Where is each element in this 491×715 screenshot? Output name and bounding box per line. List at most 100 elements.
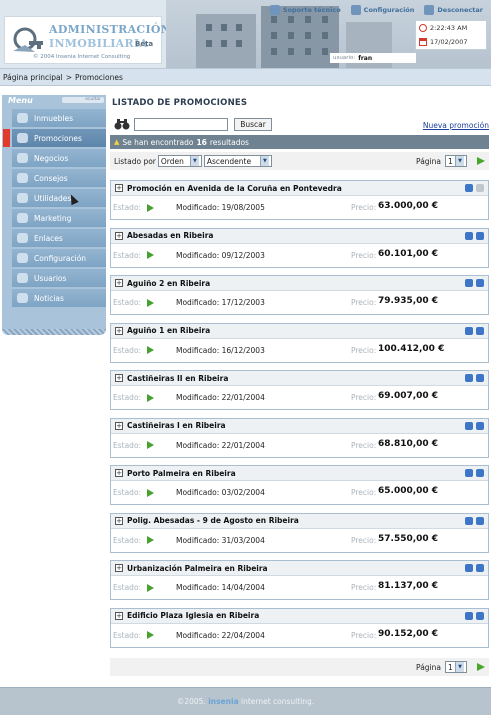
move-down-icon[interactable] xyxy=(465,374,473,382)
modified-value: 09/12/2003 xyxy=(221,250,265,260)
logo-title-line1: ADMINISTRACIÓN xyxy=(49,23,172,36)
promotion-title[interactable]: Porto Palmeira en Ribeira xyxy=(127,469,236,478)
estado-label: Estado: xyxy=(113,345,142,355)
move-down-icon[interactable] xyxy=(465,421,473,430)
promotion-title[interactable]: Polig. Abesadas - 9 de Agosto en Ribeira xyxy=(127,516,299,525)
expand-button[interactable]: + xyxy=(115,421,123,430)
promotion-title[interactable]: Edificio Plaza Iglesia en Ribeira xyxy=(127,611,259,620)
sidebar-item-enlaces[interactable]: Enlaces xyxy=(12,229,106,247)
status-play-icon[interactable] xyxy=(147,346,155,354)
sidebar-item-noticias[interactable]: Noticias xyxy=(12,289,106,307)
expand-button[interactable]: + xyxy=(115,611,123,620)
promotion-title[interactable]: Urbanización Palmeira en Ribeira xyxy=(127,564,268,573)
status-play-icon[interactable] xyxy=(147,298,155,307)
promotion-title[interactable]: Aguiño 1 en Ribeira xyxy=(127,326,210,335)
new-promotion-link[interactable]: Nueva promoción xyxy=(423,121,489,130)
move-up-icon[interactable] xyxy=(476,516,484,525)
sort-field-select[interactable]: Orden ▼ xyxy=(157,155,202,167)
estado-label: Estado: xyxy=(113,440,142,450)
move-up-icon[interactable] xyxy=(476,564,484,572)
move-up-icon[interactable] xyxy=(476,326,484,335)
move-down-icon[interactable] xyxy=(465,326,473,335)
move-down-icon[interactable] xyxy=(465,469,473,477)
price-value: 79.935,00 € xyxy=(378,296,439,306)
support-link[interactable]: Soporte técnico xyxy=(269,5,341,15)
promotion-card: + Aguiño 2 en Ribeira Estado: Modificado:… xyxy=(110,275,489,315)
search-button[interactable]: Buscar xyxy=(234,118,272,131)
sidebar-item-label: Noticias xyxy=(34,293,64,303)
sidebar-item-label: Consejos xyxy=(34,173,68,183)
status-play-icon[interactable] xyxy=(147,251,155,259)
sidebar-item-consejos[interactable]: Consejos xyxy=(12,169,106,187)
status-play-icon[interactable] xyxy=(147,441,155,449)
move-down-icon[interactable] xyxy=(465,516,473,525)
move-down-icon[interactable] xyxy=(465,564,473,572)
expand-button[interactable]: + xyxy=(115,184,123,192)
expand-button[interactable]: + xyxy=(115,374,123,382)
binoculars-icon xyxy=(114,119,130,130)
status-play-icon[interactable] xyxy=(147,583,155,592)
results-bar: ▲ Se han encontrado 16 resultados xyxy=(110,135,489,149)
users-icon xyxy=(17,273,28,283)
estado-label: Estado: xyxy=(113,250,142,260)
promotion-title[interactable]: Abesadas en Ribeira xyxy=(127,231,213,240)
move-up-icon[interactable] xyxy=(476,469,484,477)
page-select-bottom[interactable]: 1 ▼ xyxy=(445,661,467,673)
modified-label: Modificado: xyxy=(176,583,220,592)
expand-button[interactable]: + xyxy=(115,564,123,572)
sidebar-item-utilidades[interactable]: Utilidades xyxy=(12,189,106,207)
tools-icon xyxy=(17,193,28,203)
user-label: usuario: xyxy=(333,55,356,61)
page-select[interactable]: 1 ▼ xyxy=(445,155,467,167)
logout-icon xyxy=(424,5,435,15)
status-play-icon[interactable] xyxy=(147,393,155,402)
move-down-icon[interactable] xyxy=(465,231,473,240)
warning-icon: ▲ xyxy=(114,138,120,146)
expand-button[interactable]: + xyxy=(115,326,123,335)
sort-direction-select[interactable]: Ascendente ▼ xyxy=(203,155,272,167)
sidebar-item-configuracion[interactable]: Configuración xyxy=(12,249,106,267)
move-up-icon[interactable] xyxy=(476,421,484,430)
sidebar-item-marketing[interactable]: Marketing xyxy=(12,209,106,227)
move-up-icon[interactable] xyxy=(476,374,484,382)
estado-label: Estado: xyxy=(113,298,142,307)
logo-copyright: © 2004 Insenia Internet Consulting xyxy=(33,54,131,60)
sidebar-item-inmuebles[interactable]: Inmuebles xyxy=(12,109,106,127)
promotion-icon xyxy=(17,133,28,143)
search-input[interactable] xyxy=(134,118,228,131)
chevron-down-icon: ▼ xyxy=(259,156,269,166)
go-page-arrow-icon[interactable] xyxy=(477,663,485,671)
move-down-icon[interactable] xyxy=(465,611,473,620)
move-up-icon[interactable] xyxy=(476,279,484,287)
results-suffix: resultados xyxy=(209,137,249,147)
move-down-icon[interactable] xyxy=(465,279,473,287)
move-up-icon[interactable] xyxy=(476,231,484,240)
settings-link[interactable]: Configuración xyxy=(350,5,414,15)
logout-link[interactable]: Desconectar xyxy=(424,5,483,15)
modified-value: 22/01/2004 xyxy=(221,440,265,450)
menu-toggle[interactable]: ocultar xyxy=(62,97,104,103)
footer-brand[interactable]: insenia xyxy=(208,697,238,706)
promotion-title[interactable]: Aguiño 2 en Ribeira xyxy=(127,279,210,288)
promotion-title[interactable]: Castiñeiras I en Ribeira xyxy=(127,421,226,430)
status-play-icon[interactable] xyxy=(147,631,155,639)
promotion-title[interactable]: Promoción en Avenida de la Coruña en Pon… xyxy=(127,184,342,193)
move-down-icon[interactable] xyxy=(465,184,473,192)
status-play-icon[interactable] xyxy=(147,488,155,497)
sidebar-item-usuarios[interactable]: Usuarios xyxy=(12,269,106,287)
expand-button[interactable]: + xyxy=(115,469,123,477)
status-play-icon[interactable] xyxy=(147,536,155,544)
expand-button[interactable]: + xyxy=(115,516,123,525)
breadcrumb-home-link[interactable]: Página principal xyxy=(3,73,63,82)
promotion-title[interactable]: Castiñeiras II en Ribeira xyxy=(127,374,228,383)
expand-button[interactable]: + xyxy=(115,231,123,240)
expand-button[interactable]: + xyxy=(115,279,123,287)
go-page-arrow-icon[interactable] xyxy=(477,157,485,165)
sort-field-value: Orden xyxy=(160,156,184,166)
status-play-icon[interactable] xyxy=(147,203,155,212)
price-value: 90.152,00 € xyxy=(378,628,439,639)
sidebar-item-promociones[interactable]: Promociones xyxy=(3,129,106,147)
logo-emblem-icon xyxy=(13,27,43,52)
sidebar-item-negocios[interactable]: Negocios xyxy=(12,149,106,167)
move-up-icon[interactable] xyxy=(476,611,484,620)
